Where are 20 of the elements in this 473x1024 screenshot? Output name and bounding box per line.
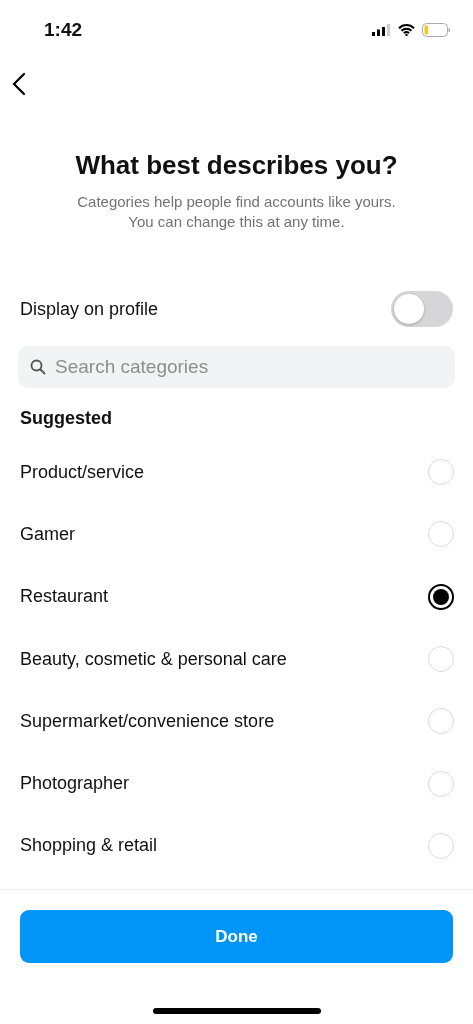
display-toggle[interactable] (391, 291, 453, 327)
section-heading: Suggested (20, 408, 113, 429)
category-label: Beauty, cosmetic & personal care (20, 648, 287, 670)
category-label: Shopping & retail (20, 835, 158, 857)
subtitle: Categories help people find accounts like yours. You can change this at any time. (76, 192, 397, 232)
category-label: Product/service (20, 461, 145, 483)
category-label: Photographer (20, 773, 130, 795)
signal-icon (372, 24, 391, 36)
status-time: 1:42 (44, 19, 83, 41)
wifi-icon (398, 24, 415, 36)
radio-button[interactable] (428, 583, 454, 610)
done-button[interactable]: Done (20, 910, 453, 963)
category-label: Gamer (20, 523, 75, 545)
toggle-label: Display on profile (20, 298, 159, 320)
search-field[interactable]: Search categories (18, 346, 455, 388)
battery-icon (422, 23, 451, 37)
back-icon[interactable] (12, 72, 26, 96)
category-label: Restaurant (20, 586, 109, 608)
page-title: What best describes you? (74, 149, 399, 182)
category-label: Supermarket/convenience store (20, 710, 275, 732)
